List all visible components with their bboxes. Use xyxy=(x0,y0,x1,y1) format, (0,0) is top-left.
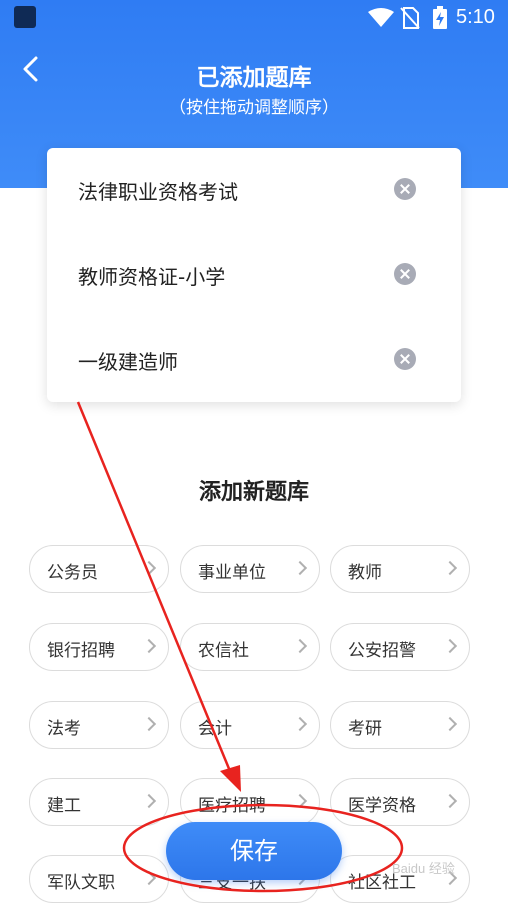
added-bank-item[interactable]: 教师资格证-小学 xyxy=(47,233,461,317)
category-tag[interactable]: 公务员 xyxy=(29,545,169,593)
category-tag[interactable]: 考研 xyxy=(330,701,470,749)
chevron-right-icon xyxy=(141,560,157,576)
page-title: 已添加题库 xyxy=(196,65,312,91)
category-tag[interactable]: 军队文职 xyxy=(29,855,169,903)
chevron-right-icon xyxy=(141,716,157,732)
chevron-right-icon xyxy=(141,870,157,886)
added-bank-label: 教师资格证-小学 xyxy=(78,265,226,289)
category-tag[interactable]: 法考 xyxy=(29,701,169,749)
app-notification-icon xyxy=(14,6,36,28)
no-sim-icon xyxy=(400,7,420,29)
wifi-icon xyxy=(368,8,394,27)
category-tag[interactable]: 公安招警 xyxy=(330,623,470,671)
watermark: Baidu 经验 xyxy=(392,861,455,876)
status-bar: 5:10 xyxy=(0,0,508,36)
category-tag[interactable]: 事业单位 xyxy=(180,545,320,593)
battery-charging-icon xyxy=(433,6,447,29)
chevron-right-icon xyxy=(292,716,308,732)
added-bank-item[interactable]: 法律职业资格考试 xyxy=(47,148,461,232)
added-bank-item[interactable]: 一级建造师 xyxy=(47,318,461,402)
category-tag[interactable]: 农信社 xyxy=(180,623,320,671)
remove-icon[interactable] xyxy=(394,348,416,370)
category-label: 医疗招聘 xyxy=(198,796,266,816)
category-label: 事业单位 xyxy=(198,563,266,583)
category-label: 法考 xyxy=(47,719,81,739)
category-label: 公务员 xyxy=(47,563,98,583)
category-label: 公安招警 xyxy=(348,641,416,661)
status-time: 5:10 xyxy=(456,6,495,28)
category-label: 银行招聘 xyxy=(47,641,115,661)
category-label: 会计 xyxy=(198,719,232,739)
category-label: 军队文职 xyxy=(47,873,115,893)
save-button[interactable]: 保存 xyxy=(166,822,342,880)
chevron-right-icon xyxy=(292,793,308,809)
add-section-title: 添加新题库 xyxy=(198,480,309,505)
chevron-right-icon xyxy=(442,716,458,732)
category-tag[interactable]: 银行招聘 xyxy=(29,623,169,671)
category-tag[interactable]: 建工 xyxy=(29,778,169,826)
added-banks-card: 法律职业资格考试 教师资格证-小学 一级建造师 xyxy=(47,148,461,402)
chevron-right-icon xyxy=(141,638,157,654)
category-label: 考研 xyxy=(348,719,382,739)
category-label: 教师 xyxy=(348,563,382,583)
chevron-right-icon xyxy=(292,638,308,654)
chevron-right-icon xyxy=(292,560,308,576)
chevron-right-icon xyxy=(442,793,458,809)
chevron-right-icon xyxy=(442,560,458,576)
category-label: 医学资格 xyxy=(348,796,416,816)
remove-icon[interactable] xyxy=(394,263,416,285)
added-bank-label: 一级建造师 xyxy=(78,350,178,374)
page-subtitle: （按住拖动调整顺序） xyxy=(169,98,339,118)
category-tag[interactable]: 会计 xyxy=(180,701,320,749)
category-label: 农信社 xyxy=(198,641,249,661)
category-tag[interactable]: 医学资格 xyxy=(330,778,470,826)
chevron-right-icon xyxy=(141,793,157,809)
remove-icon[interactable] xyxy=(394,178,416,200)
category-tag[interactable]: 医疗招聘 xyxy=(180,778,320,826)
category-tag[interactable]: 教师 xyxy=(330,545,470,593)
category-label: 建工 xyxy=(47,796,81,816)
chevron-right-icon xyxy=(442,638,458,654)
added-bank-label: 法律职业资格考试 xyxy=(78,180,238,204)
